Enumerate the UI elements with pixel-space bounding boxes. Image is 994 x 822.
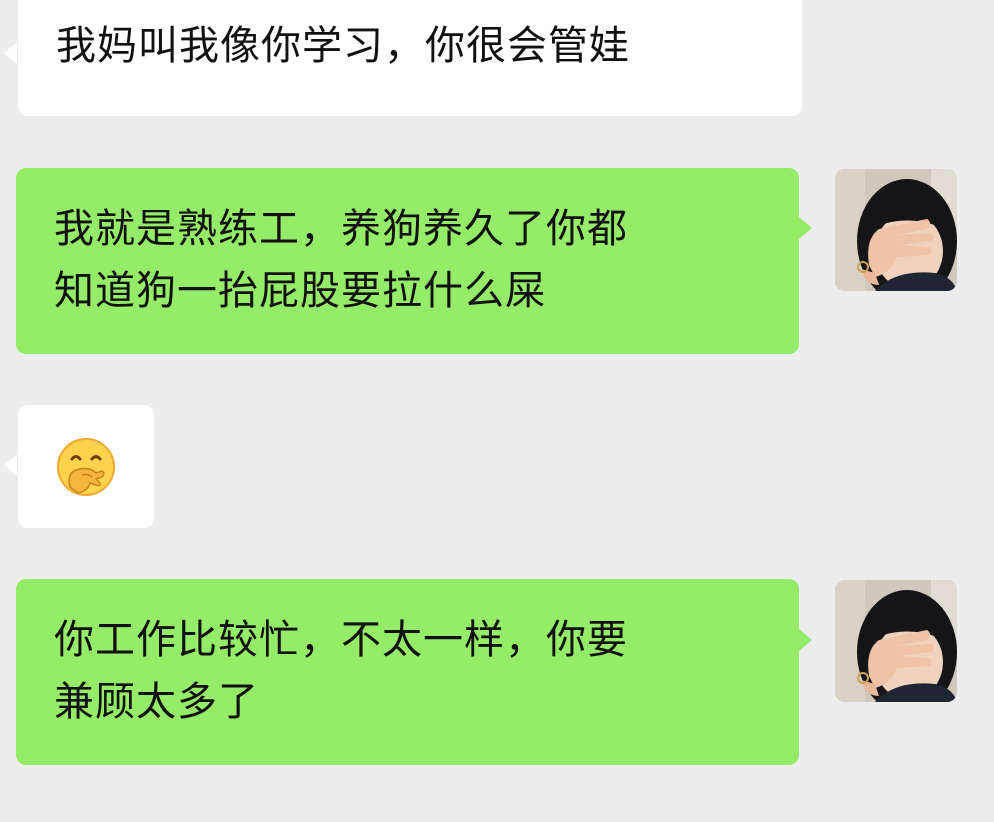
bubble-tail xyxy=(799,217,812,239)
message-bubble[interactable]: 你工作比较忙，不太一样，你要 兼顾太多了 xyxy=(16,579,799,765)
message-text-line: 知道狗一抬屁股要拉什么屎 xyxy=(54,268,546,314)
message-bubble[interactable]: 我就是熟练工，养狗养久了你都 知道狗一抬屁股要拉什么屎 xyxy=(16,168,799,354)
bubble-tail xyxy=(4,454,17,476)
bubble-tail xyxy=(799,629,812,651)
avatar-image xyxy=(835,580,957,702)
message-text-line: 你工作比较忙，不太一样，你要 xyxy=(54,617,628,663)
bubble-tail xyxy=(4,42,17,64)
message-text-line: 兼顾太多了 xyxy=(54,679,259,725)
avatar[interactable] xyxy=(835,580,957,702)
avatar-image xyxy=(835,169,957,291)
message-text-line: 我就是熟练工，养狗养久了你都 xyxy=(54,206,628,252)
message-text: 我妈叫我像你学习，你很会管娃 xyxy=(56,23,630,69)
hand-over-mouth-emoji-icon xyxy=(56,437,116,515)
message-bubble[interactable] xyxy=(18,405,154,528)
message-bubble[interactable]: 我妈叫我像你学习，你很会管娃 xyxy=(18,0,802,116)
avatar[interactable] xyxy=(835,169,957,291)
